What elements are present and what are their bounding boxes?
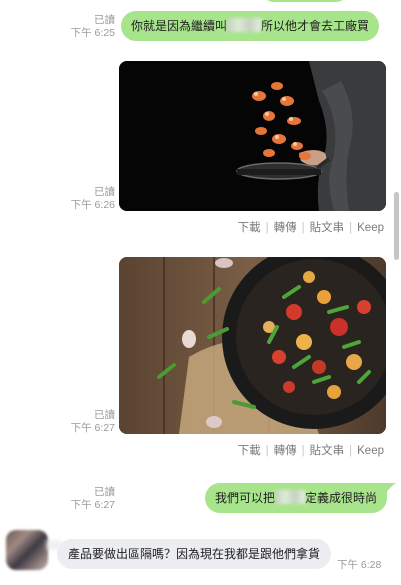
keep-button[interactable]: Keep — [357, 445, 384, 457]
outgoing-message[interactable]: 我們可以把 定義成很時尚 — [205, 483, 388, 513]
forward-button[interactable]: 轉傳 — [274, 222, 297, 234]
message-time: 下午 6:27 — [70, 499, 115, 511]
message-time: 下午 6:27 — [70, 422, 115, 434]
message-time: 下午 6:25 — [70, 27, 115, 39]
message-text: 產品要做出區隔嗎？因為現在我都是跟他們拿貨 — [68, 547, 321, 561]
post-to-timeline-button[interactable]: 貼文串 — [310, 445, 345, 457]
image-actions: 下載 | 轉傳 | 貼文串 | Keep — [238, 442, 384, 458]
read-receipt: 已讀 — [94, 486, 115, 498]
keep-button[interactable]: Keep — [357, 222, 384, 234]
redacted-text — [227, 18, 262, 32]
scrollbar[interactable] — [394, 192, 399, 260]
image-message-pan-toss[interactable] — [119, 61, 386, 211]
message-time: 下午 6:28 — [337, 559, 382, 571]
read-receipt: 已讀 — [94, 14, 115, 26]
divider: | — [301, 445, 305, 457]
pan-toss-photo — [119, 61, 386, 211]
read-receipt: 已讀 — [94, 409, 115, 421]
redacted-text — [275, 490, 306, 504]
read-receipt: 已讀 — [94, 186, 115, 198]
message-time: 下午 6:26 — [70, 199, 115, 211]
forward-button[interactable]: 轉傳 — [274, 445, 297, 457]
image-message-stir-fry[interactable] — [119, 257, 386, 434]
outgoing-message[interactable]: 你就是因為繼續叫 所以他才會去工廠買 — [121, 11, 380, 41]
divider: | — [349, 445, 353, 457]
divider: | — [265, 222, 269, 234]
message-text-part: 我們可以把 — [215, 491, 276, 505]
message-text-part: 你就是因為繼續叫 — [131, 19, 228, 33]
message-meta: 已讀 下午 6:26 — [71, 186, 115, 212]
message-meta: 已讀 下午 6:25 — [71, 14, 115, 40]
message-meta: 已讀 下午 6:27 — [71, 409, 115, 435]
image-actions: 下載 | 轉傳 | 貼文串 | Keep — [238, 219, 384, 235]
message-meta: 已讀 下午 6:27 — [71, 486, 115, 512]
stir-fry-photo — [119, 257, 386, 434]
incoming-message[interactable]: 產品要做出區隔嗎？因為現在我都是跟他們拿貨 — [57, 539, 332, 569]
bubble-tail — [384, 483, 396, 493]
download-button[interactable]: 下載 — [238, 445, 261, 457]
avatar[interactable] — [6, 530, 48, 570]
message-text-part: 定義成很時尚 — [305, 491, 378, 505]
divider: | — [301, 222, 305, 234]
message-text-part: 所以他才會去工廠買 — [261, 19, 370, 33]
divider: | — [265, 445, 269, 457]
post-to-timeline-button[interactable]: 貼文串 — [310, 222, 345, 234]
divider: | — [349, 222, 353, 234]
partial-bubble-top — [262, 0, 348, 2]
download-button[interactable]: 下載 — [238, 222, 261, 234]
